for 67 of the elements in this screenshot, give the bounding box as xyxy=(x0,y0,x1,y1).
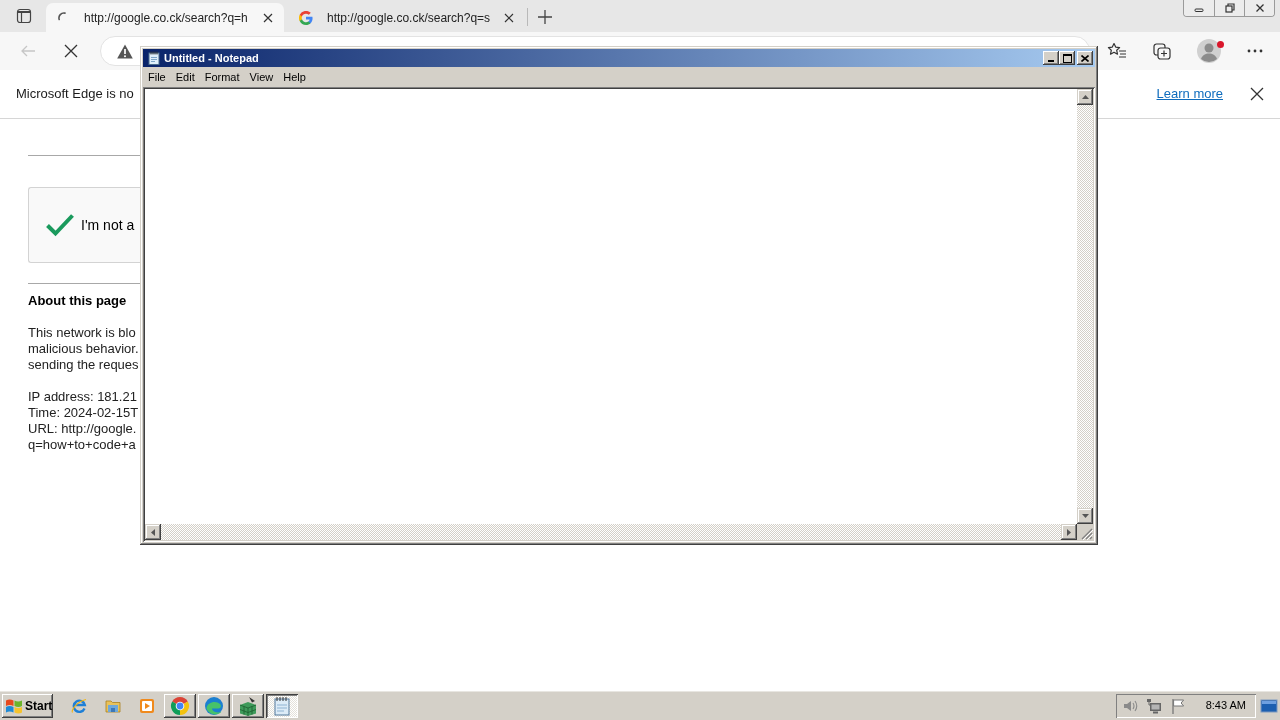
learn-more-link[interactable]: Learn more xyxy=(1156,84,1223,104)
stop-icon[interactable] xyxy=(64,44,78,58)
e-logo-icon[interactable] xyxy=(71,697,87,714)
browser-tab[interactable]: http://google.co.ck/search?q=s xyxy=(287,3,525,32)
profile-avatar-icon[interactable] xyxy=(1197,39,1221,63)
right-arrow-icon xyxy=(1067,528,1071,536)
menu-item[interactable]: Edit xyxy=(170,68,200,87)
horizontal-scrollbar[interactable] xyxy=(145,524,1077,540)
close-icon[interactable] xyxy=(504,12,515,23)
start-button[interactable]: Start xyxy=(2,693,53,718)
flag-icon[interactable] xyxy=(1169,697,1186,714)
menu-item[interactable]: Format xyxy=(199,68,245,87)
favorites-star-icon[interactable] xyxy=(1107,42,1127,60)
checkmark-icon[interactable] xyxy=(46,213,74,237)
restore-icon xyxy=(1224,3,1235,13)
plus-icon[interactable] xyxy=(538,10,552,24)
minimize-button[interactable] xyxy=(1043,51,1059,65)
taskbar-button[interactable] xyxy=(198,693,230,718)
menu-item[interactable]: View xyxy=(244,68,279,87)
tab-actions-icon[interactable] xyxy=(16,8,32,24)
close-icon[interactable] xyxy=(1250,87,1264,101)
taskbar-button[interactable] xyxy=(164,693,196,718)
left-arrow-icon xyxy=(151,528,155,536)
detail-line: IP address: 181.21 xyxy=(28,389,137,405)
maximize-icon xyxy=(1062,53,1072,63)
notepad-icon xyxy=(272,695,292,716)
scroll-up-button[interactable] xyxy=(1077,89,1093,105)
monitor-icon[interactable] xyxy=(1260,697,1278,714)
taskbar-button[interactable] xyxy=(266,693,298,718)
up-arrow-icon xyxy=(1081,95,1089,99)
detail-line: Time: 2024-02-15T xyxy=(28,405,139,421)
scroll-left-button[interactable] xyxy=(145,524,161,540)
four-color-flag-icon xyxy=(5,697,23,714)
browser-tab[interactable]: http://google.co.ck/search?q=h xyxy=(46,3,284,32)
down-arrow-icon xyxy=(1081,514,1089,518)
close-button[interactable] xyxy=(1077,51,1093,65)
notepad-icon xyxy=(147,51,161,65)
more-menu-icon[interactable] xyxy=(1247,49,1263,53)
paragraph-line: sending the reques xyxy=(28,357,139,373)
section-heading: About this page xyxy=(28,293,127,309)
close-icon xyxy=(1254,3,1265,13)
captcha-label: I'm not a xyxy=(81,215,135,235)
close-icon xyxy=(1081,54,1089,62)
network-icon[interactable] xyxy=(1145,697,1162,714)
window-title: Untitled - Notepad xyxy=(164,50,259,66)
info-bar-message: Microsoft Edge is no xyxy=(16,85,134,104)
paragraph-line: malicious behavior. xyxy=(28,341,139,357)
folder-icon[interactable] xyxy=(105,697,121,714)
taskbar-button[interactable] xyxy=(232,693,264,718)
close-icon[interactable] xyxy=(263,12,273,23)
scroll-right-button[interactable] xyxy=(1061,524,1077,540)
menu-item[interactable]: Help xyxy=(278,68,311,87)
grid-box-icon xyxy=(238,695,258,716)
menu-item[interactable]: File xyxy=(143,68,171,87)
detail-line: q=how+to+code+a xyxy=(28,437,136,453)
warning-icon xyxy=(117,43,133,59)
circle-logo-icon xyxy=(170,695,190,716)
collections-icon[interactable] xyxy=(1153,42,1171,60)
maximize-button[interactable] xyxy=(1059,51,1075,65)
vertical-scrollbar[interactable] xyxy=(1077,89,1093,524)
size-grip-icon[interactable] xyxy=(1081,528,1093,540)
close-button[interactable] xyxy=(1244,0,1274,16)
clock-time[interactable]: 8:43 AM xyxy=(1205,697,1246,714)
detail-line: URL: http://google. xyxy=(28,421,137,437)
paragraph-line: This network is blo xyxy=(28,325,136,341)
wave-logo-icon xyxy=(204,695,224,716)
scroll-down-button[interactable] xyxy=(1077,508,1093,524)
